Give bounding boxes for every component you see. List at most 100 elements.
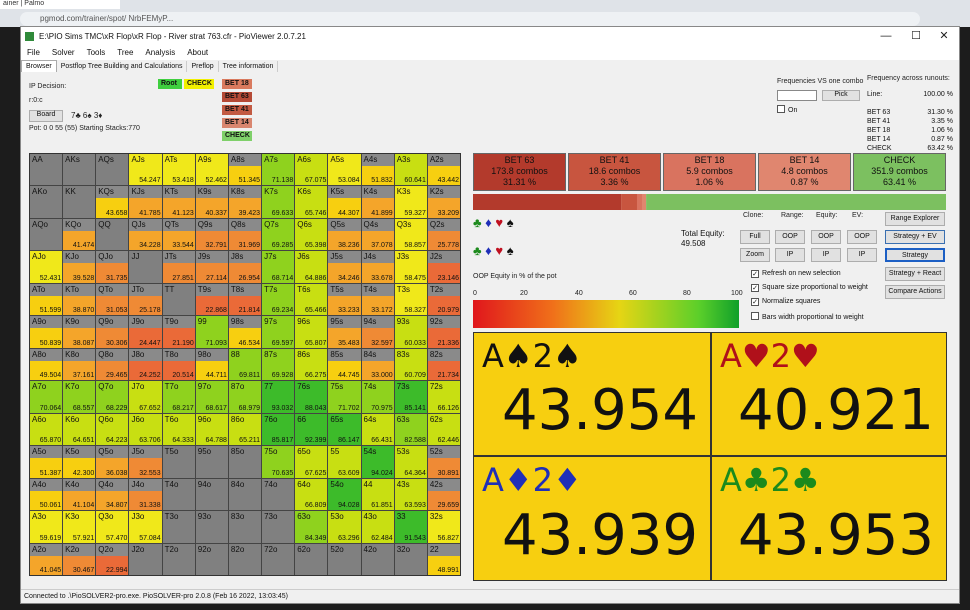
hand-cell[interactable]: A8o 49.504 — [30, 348, 63, 381]
minimize-button[interactable]: — — [871, 27, 901, 46]
strategy-box[interactable]: BET 41 18.6 combos 3.36 % — [568, 153, 661, 191]
hand-cell[interactable]: 86s 66.275 — [295, 348, 328, 381]
combo-card[interactable]: A♠2♠ 43.954 — [473, 332, 711, 456]
strategy-box[interactable]: CHECK 351.9 combos 63.41 % — [853, 153, 946, 191]
diamond-icon[interactable]: ♦ — [485, 215, 492, 230]
hand-cell[interactable]: Q2s 25.778 — [427, 218, 460, 251]
range-ip-button[interactable]: IP — [775, 248, 805, 262]
hand-cell[interactable]: JJ — [129, 251, 162, 283]
normalize-checkbox[interactable]: ✓ Normalize squares — [751, 298, 820, 306]
hand-cell[interactable]: Q7o 68.229 — [96, 381, 129, 413]
spade-icon[interactable]: ♠ — [507, 243, 514, 258]
hand-cell[interactable]: J4o 31.338 — [129, 478, 162, 511]
square-size-checkbox-box[interactable]: ✓ — [751, 284, 759, 292]
bars-width-checkbox[interactable]: Bars width proportional to weight — [751, 312, 864, 321]
hand-cell[interactable]: 86o 65.211 — [228, 413, 262, 446]
hand-cell[interactable]: 22 48.991 — [427, 543, 460, 575]
hand-cell[interactable]: 82s 21.734 — [427, 348, 460, 381]
hand-cell[interactable]: Q2o 22.994 — [96, 543, 129, 575]
menu-file[interactable]: File — [21, 46, 46, 59]
menu-about[interactable]: About — [181, 46, 214, 59]
address-bar[interactable]: pgmod.com/trainer/spot/ NrbFEMyP... — [20, 12, 920, 26]
hand-cell[interactable]: 92s 21.336 — [427, 316, 460, 348]
hand-cell[interactable]: A5s 53.084 — [328, 154, 361, 186]
hand-cell[interactable]: A6s 67.075 — [295, 154, 328, 186]
browser-tab[interactable]: ainer | Palmo — [0, 0, 120, 9]
hand-cell[interactable]: 93s 60.033 — [394, 316, 427, 348]
hand-cell[interactable]: J5o 32.553 — [129, 446, 162, 478]
hand-cell[interactable]: A2s 43.442 — [427, 154, 460, 186]
hand-cell[interactable]: Q9o 30.306 — [96, 316, 129, 348]
hand-cell[interactable]: 84o — [228, 478, 262, 511]
menu-tree[interactable]: Tree — [111, 46, 139, 59]
tab-postflop[interactable]: Postflop Tree Building and Calculations — [57, 61, 188, 72]
hand-cell[interactable]: J3s 58.475 — [394, 251, 427, 283]
hand-cell[interactable]: K8s 39.423 — [228, 186, 262, 218]
hand-cell[interactable]: Q9s 32.791 — [195, 218, 228, 251]
club-icon[interactable]: ♣ — [473, 215, 482, 230]
hand-cell[interactable]: 97s 69.597 — [262, 316, 295, 348]
hand-cell[interactable]: J6o 63.706 — [129, 413, 162, 446]
hand-cell[interactable]: QQ — [96, 218, 129, 251]
on-checkbox[interactable]: On — [777, 105, 797, 114]
tree-check-leaf[interactable]: CHECK — [222, 131, 252, 141]
hand-cell[interactable]: KQs 43.658 — [96, 186, 129, 218]
hand-cell[interactable]: KTo 38.870 — [63, 283, 96, 316]
hand-cell[interactable]: Q4o 34.807 — [96, 478, 129, 511]
equity-oop-button[interactable]: OOP — [811, 230, 841, 244]
hand-cell[interactable]: 66 92.399 — [295, 413, 328, 446]
zoom-button[interactable]: Zoom — [740, 248, 770, 262]
hand-cell[interactable]: 85o — [228, 446, 262, 478]
maximize-button[interactable]: ☐ — [901, 27, 931, 46]
pick-button[interactable]: Pick — [822, 90, 860, 101]
hand-cell[interactable]: 63s 82.588 — [394, 413, 427, 446]
hand-cell[interactable]: 98o 44.711 — [195, 348, 228, 381]
hand-cell[interactable]: K6s 65.746 — [295, 186, 328, 218]
hand-cell[interactable]: QJo 31.735 — [96, 251, 129, 283]
hand-cell[interactable]: 64s 66.431 — [361, 413, 394, 446]
hand-cell[interactable]: J6s 64.886 — [295, 251, 328, 283]
ev-oop-button[interactable]: OOP — [847, 230, 877, 244]
hand-cell[interactable]: T6s 65.466 — [295, 283, 328, 316]
hand-cell[interactable]: 77 93.032 — [262, 381, 295, 413]
hand-cell[interactable]: K6o 64.651 — [63, 413, 96, 446]
heart-icon[interactable]: ♥ — [495, 215, 503, 230]
hand-cell[interactable]: 87o 68.979 — [228, 381, 262, 413]
hand-cell[interactable]: J7o 67.652 — [129, 381, 162, 413]
hand-cell[interactable]: J3o 57.084 — [129, 511, 162, 543]
hand-cell[interactable]: 97o 68.617 — [195, 381, 228, 413]
hand-cell[interactable]: 44 61.851 — [361, 478, 394, 511]
hand-cell[interactable]: 33 91.543 — [394, 511, 427, 543]
hand-cell[interactable]: 43o 62.484 — [361, 511, 394, 543]
hand-cell[interactable]: 99 71.093 — [195, 316, 228, 348]
hand-cell[interactable]: 88 69.811 — [228, 348, 262, 381]
hand-cell[interactable]: A4o 50.061 — [30, 478, 63, 511]
strategy-box[interactable]: BET 63 173.8 combos 31.31 % — [473, 153, 566, 191]
hand-cell[interactable]: T4s 33.172 — [361, 283, 394, 316]
hand-cell[interactable]: T7o 68.217 — [162, 381, 195, 413]
hand-cell[interactable]: 75o 70.635 — [262, 446, 295, 478]
hand-cell[interactable]: 52o — [328, 543, 361, 575]
tab-preflop[interactable]: Preflop — [187, 61, 219, 72]
hand-cell[interactable]: Q3o 57.470 — [96, 511, 129, 543]
hand-cell[interactable]: ATo 51.599 — [30, 283, 63, 316]
hand-cell[interactable]: J9s 27.114 — [195, 251, 228, 283]
tree-root[interactable]: Root — [158, 79, 182, 89]
hand-cell[interactable]: 73o — [262, 511, 295, 543]
tree-bet-18[interactable]: BET 18 — [222, 79, 252, 89]
equity-ip-button[interactable]: IP — [811, 248, 841, 262]
hand-cell[interactable]: 74o — [262, 478, 295, 511]
hand-cell[interactable]: 95s 35.483 — [328, 316, 361, 348]
board-button[interactable]: Board — [29, 110, 63, 122]
hand-cell[interactable]: AQs — [96, 154, 129, 186]
hand-cell[interactable]: 63o 84.349 — [295, 511, 328, 543]
range-explorer-button[interactable]: Range Explorer — [885, 212, 945, 226]
refresh-checkbox-box[interactable]: ✓ — [751, 270, 759, 278]
tree-bet-63[interactable]: BET 63 — [222, 92, 252, 102]
combo-input[interactable] — [777, 90, 817, 101]
hand-cell[interactable]: J4s 33.678 — [361, 251, 394, 283]
hand-cell[interactable]: 92o — [195, 543, 228, 575]
hand-cell[interactable]: AJo 52.431 — [30, 251, 63, 283]
hand-cell[interactable]: A7s 71.138 — [262, 154, 295, 186]
hand-cell[interactable]: AA — [30, 154, 63, 186]
